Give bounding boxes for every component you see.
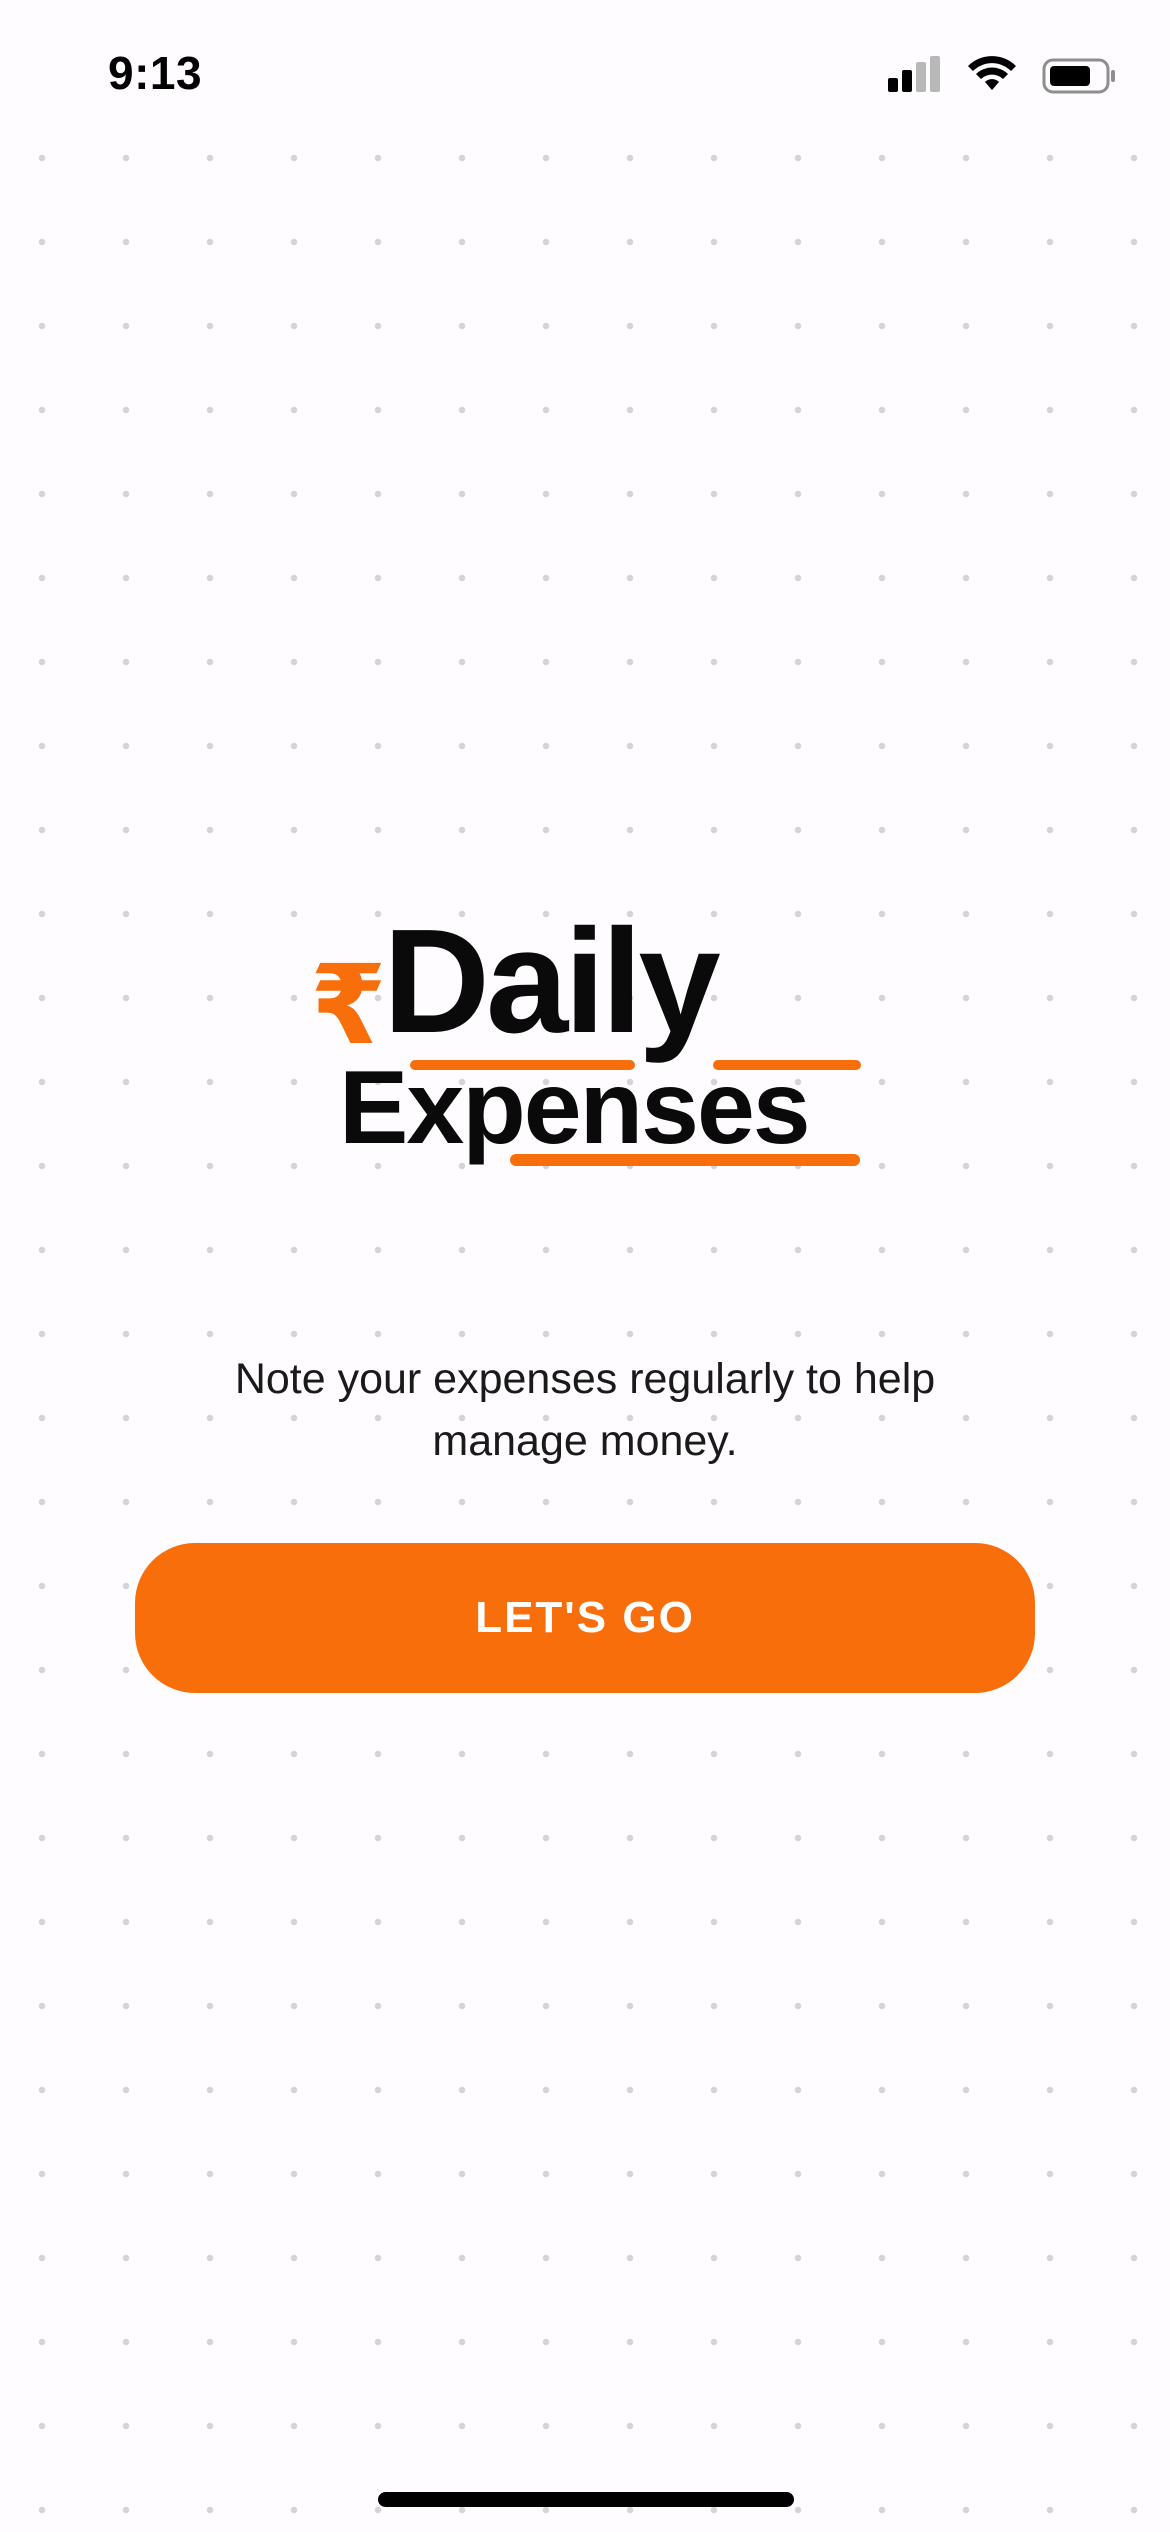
home-indicator [378,2492,794,2507]
app-logo: ₹ Daily Expenses [310,900,861,1166]
cellular-signal-icon [888,56,940,92]
logo-expenses-text: Expenses [339,1050,809,1166]
lets-go-button[interactable]: LET'S GO [135,1543,1035,1693]
status-time: 9:13 [108,47,203,99]
logo-daily-text: Daily [383,900,720,1064]
wifi-icon [968,56,1016,90]
status-bar: 9:13 [0,0,1170,150]
tagline: Note your expenses regularly to help man… [234,1355,936,1465]
battery-icon [1042,58,1115,94]
logo-underline-3 [510,1154,860,1166]
status-icons [888,54,1118,98]
